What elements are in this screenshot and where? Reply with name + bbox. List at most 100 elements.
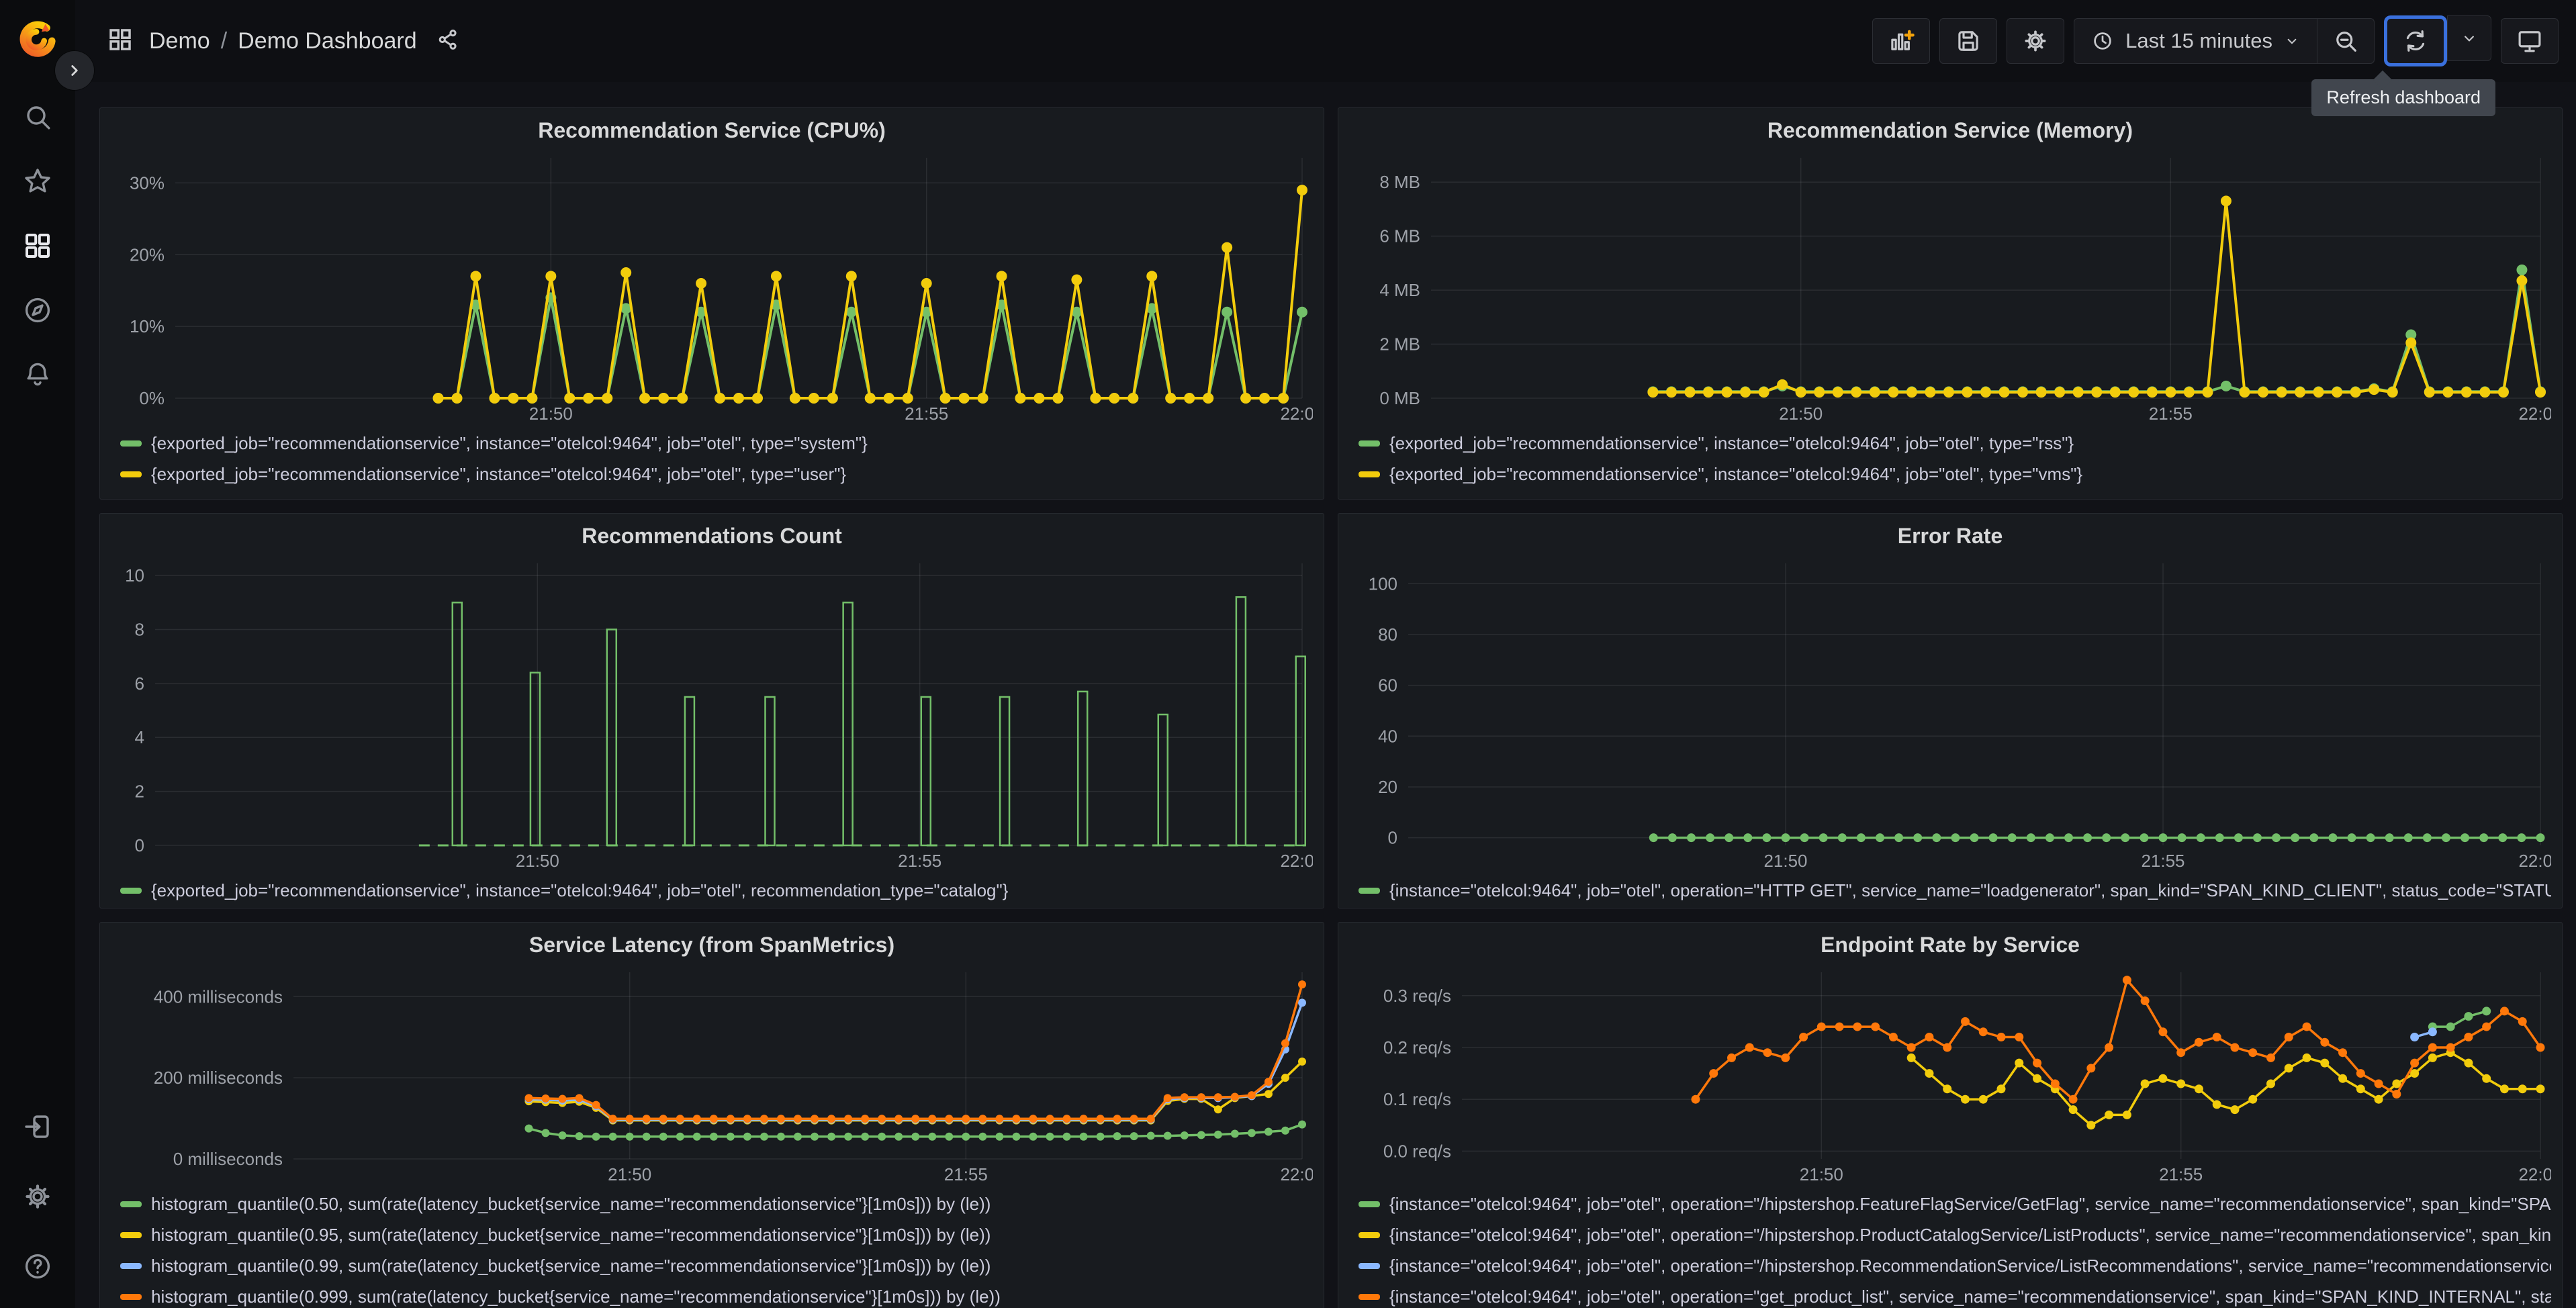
- legend-item[interactable]: {instance="otelcol:9464", job="otel", op…: [1349, 1188, 2551, 1219]
- chart-canvas[interactable]: 0.0 req/s 0.1 req/s 0.2 req/s 0.3 req/s 21:5…: [1349, 963, 2551, 1188]
- sidebar-item-dashboards[interactable]: [20, 228, 55, 263]
- svg-text:22:00: 22:00: [1280, 1164, 1313, 1184]
- legend-item[interactable]: histogram_quantile(0.50, sum(rate(latenc…: [111, 1188, 1313, 1219]
- panel-recommendation-service-cpu: Recommendation Service (CPU%) 0% 10% 20% 30%…: [99, 107, 1324, 500]
- legend-label: {exported_job="recommendationservice", i…: [1389, 432, 2074, 453]
- search-icon: [27, 106, 50, 130]
- chart-canvas[interactable]: 0 MB 2 MB 4 MB 6 MB 8 MB 21:50 21:55 22:00: [1349, 148, 2551, 428]
- sidebar-item-starred[interactable]: [20, 164, 55, 199]
- legend-item[interactable]: {exported_job="recommendationservice", i…: [111, 459, 1313, 489]
- svg-text:0 milliseconds: 0 milliseconds: [173, 1149, 283, 1169]
- expand-sidebar-button[interactable]: [55, 51, 94, 90]
- sidebar-item-search[interactable]: [20, 99, 55, 134]
- sign-in-icon: [25, 1115, 49, 1138]
- legend-swatch-icon: [120, 1201, 142, 1207]
- legend-item[interactable]: {instance="otelcol:9464", job="otel", op…: [1349, 1219, 2551, 1250]
- svg-text:0.3 req/s: 0.3 req/s: [1383, 986, 1451, 1006]
- legend-label: histogram_quantile(0.95, sum(rate(latenc…: [151, 1224, 991, 1245]
- legend-swatch-icon: [1359, 1231, 1380, 1238]
- legend-item[interactable]: histogram_quantile(0.95, sum(rate(latenc…: [111, 1219, 1313, 1250]
- svg-text:2 MB: 2 MB: [1379, 334, 1420, 355]
- breadcrumb-dashboard[interactable]: Demo Dashboard: [238, 28, 416, 54]
- dashboard-grid: Recommendation Service (CPU%) 0% 10% 20% 30%…: [75, 82, 2576, 1308]
- save-dashboard-button[interactable]: [1939, 18, 1998, 64]
- legend-item[interactable]: {exported_job="recommendationservice", i…: [111, 428, 1313, 459]
- legend-item[interactable]: {instance="otelcol:9464", job="otel", op…: [1349, 875, 2551, 906]
- sidebar-item-alerting[interactable]: [20, 357, 55, 392]
- monitor-icon: [2518, 31, 2541, 52]
- legend-swatch-icon: [1359, 440, 1380, 447]
- legend-swatch-icon: [120, 1293, 142, 1300]
- panel-title[interactable]: Recommendation Service (CPU%): [111, 113, 1313, 148]
- panel-title[interactable]: Endpoint Rate by Service: [1349, 928, 2551, 963]
- chart-canvas[interactable]: 0 milliseconds 200 milliseconds 400 millis…: [111, 963, 1313, 1188]
- chart-canvas[interactable]: 0 20 40 60 80 100 21:50 21:55 22:00: [1349, 554, 2551, 875]
- legend-item[interactable]: histogram_quantile(0.99, sum(rate(latenc…: [111, 1250, 1313, 1281]
- legend-label: {exported_job="recommendationservice", i…: [151, 463, 847, 484]
- legend-swatch-icon: [120, 1262, 142, 1269]
- add-panel-button[interactable]: [1872, 18, 1931, 64]
- tooltip-text: Refresh dashboard: [2326, 87, 2481, 107]
- panel-title[interactable]: Service Latency (from SpanMetrics): [111, 928, 1313, 963]
- dashboard-grid-icon[interactable]: [106, 26, 134, 57]
- panel-legend: histogram_quantile(0.50, sum(rate(latenc…: [111, 1188, 1313, 1308]
- legend-label: histogram_quantile(0.99, sum(rate(latenc…: [151, 1255, 991, 1276]
- refresh-tooltip: Refresh dashboard: [2311, 70, 2495, 116]
- legend-swatch-icon: [120, 887, 142, 894]
- svg-text:20%: 20%: [130, 244, 165, 265]
- chart-canvas[interactable]: 0% 10% 20% 30% 21:50 21:55 22:00: [111, 148, 1313, 428]
- svg-text:21:50: 21:50: [529, 404, 573, 424]
- legend-item[interactable]: {instance="otelcol:9464", job="otel", op…: [1349, 1281, 2551, 1308]
- chevron-down-icon: [2287, 38, 2297, 44]
- legend-label: {instance="otelcol:9464", job="otel", op…: [1389, 880, 2551, 900]
- time-range-picker[interactable]: Last 15 minutes: [2074, 18, 2317, 64]
- refresh-interval-dropdown[interactable]: [2447, 15, 2491, 61]
- legend-item[interactable]: {instance="otelcol:9464", job="otel", op…: [1349, 1250, 2551, 1281]
- svg-text:4: 4: [135, 727, 144, 747]
- panel-title[interactable]: Recommendation Service (Memory): [1349, 113, 2551, 148]
- sidebar-item-server-admin[interactable]: [20, 1179, 55, 1214]
- svg-text:8: 8: [135, 619, 144, 639]
- svg-text:60: 60: [1378, 675, 1397, 696]
- share-dashboard-button[interactable]: [432, 28, 460, 55]
- legend-item[interactable]: {exported_job="recommendationservice", i…: [1349, 459, 2551, 489]
- star-icon: [25, 169, 50, 193]
- panel-title[interactable]: Recommendations Count: [111, 519, 1313, 554]
- legend-swatch-icon: [120, 1231, 142, 1238]
- legend-item[interactable]: histogram_quantile(0.999, sum(rate(laten…: [111, 1281, 1313, 1308]
- zoom-out-time-button[interactable]: [2317, 18, 2375, 64]
- grafana-app: Demo / Demo Dashboard Last 15 minutes Re…: [0, 0, 2576, 1308]
- panel-service-latency-from-spanmetrics: Service Latency (from SpanMetrics) 0 mill…: [99, 922, 1324, 1308]
- refresh-dashboard-button[interactable]: [2384, 15, 2447, 66]
- save-icon: [1958, 31, 1978, 51]
- legend-label: histogram_quantile(0.50, sum(rate(latenc…: [151, 1193, 991, 1214]
- svg-text:100: 100: [1369, 573, 1397, 594]
- kiosk-mode-button[interactable]: [2501, 18, 2559, 64]
- legend-item[interactable]: {exported_job="recommendationservice", i…: [1349, 428, 2551, 459]
- svg-text:6 MB: 6 MB: [1379, 226, 1420, 246]
- svg-text:22:00: 22:00: [1280, 851, 1313, 871]
- compass-icon: [25, 297, 50, 323]
- sidebar-item-explore[interactable]: [20, 293, 55, 328]
- legend-item[interactable]: {exported_job="recommendationservice", i…: [111, 875, 1313, 906]
- svg-text:21:50: 21:50: [608, 1164, 651, 1184]
- legend-label: {exported_job="recommendationservice", i…: [151, 432, 868, 453]
- dashboard-settings-button[interactable]: [2007, 18, 2065, 64]
- panel-error-rate: Error Rate 0 20 40 60 80 100 21:50 21:55 22:00 {in…: [1338, 513, 2563, 908]
- chart-canvas[interactable]: 0 2 4 6 8 10 21:50 21:55 22:00: [111, 554, 1313, 875]
- sidebar-item-sign-in[interactable]: [20, 1109, 55, 1144]
- panel-endpoint-rate-by-service: Endpoint Rate by Service 0.0 req/s 0.1 req…: [1338, 922, 2563, 1308]
- grafana-logo-icon[interactable]: [17, 19, 58, 60]
- svg-text:21:50: 21:50: [1779, 404, 1823, 424]
- svg-text:0.1 req/s: 0.1 req/s: [1383, 1089, 1451, 1109]
- legend-swatch-icon: [1359, 1293, 1380, 1300]
- legend-swatch-icon: [120, 471, 142, 477]
- dashboards-grid-icon: [26, 234, 50, 258]
- panel-legend: {instance="otelcol:9464", job="otel", op…: [1349, 875, 2551, 906]
- sidebar-item-help[interactable]: [20, 1249, 55, 1284]
- breadcrumb: Demo / Demo Dashboard: [149, 28, 417, 54]
- panel-title[interactable]: Error Rate: [1349, 519, 2551, 554]
- breadcrumb-folder[interactable]: Demo: [149, 28, 210, 54]
- gear-icon: [2025, 30, 2046, 52]
- svg-text:8 MB: 8 MB: [1379, 172, 1420, 192]
